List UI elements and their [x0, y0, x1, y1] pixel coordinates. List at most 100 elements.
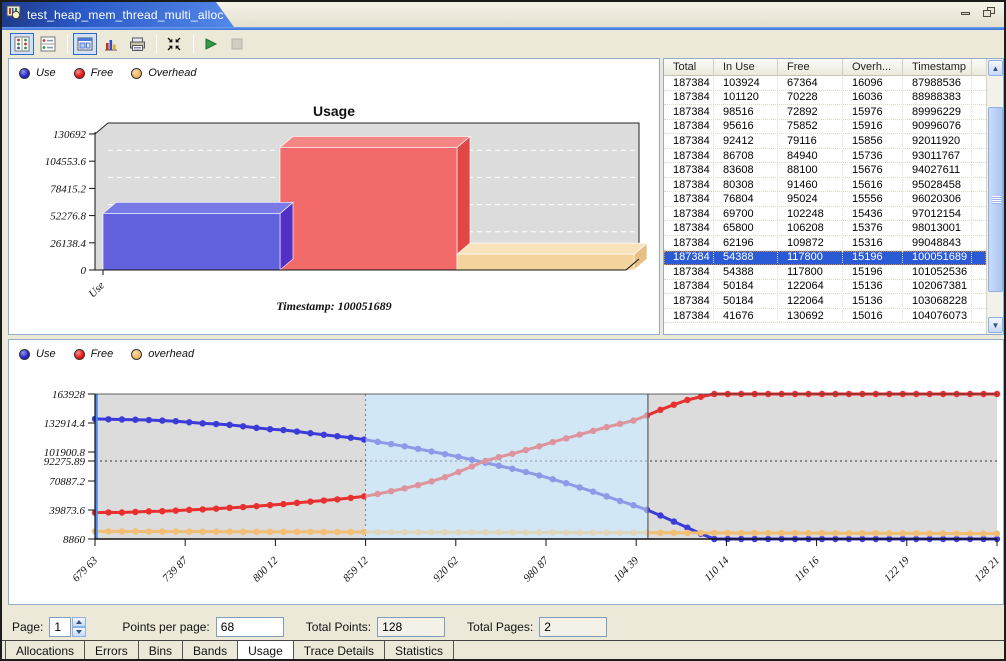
usage-bar-chart[interactable]: 026138.452276.878415.2104553.6130692Use: [9, 117, 659, 327]
tab-allocations[interactable]: Allocations: [5, 641, 85, 659]
page-spinner: [49, 617, 86, 637]
table-row[interactable]: 1873845438811780015196100051689: [664, 251, 986, 266]
toolbar-separator: [156, 35, 157, 53]
table-cell: 86708: [714, 150, 778, 162]
table-cell: 94027611: [903, 164, 972, 176]
spin-up-icon[interactable]: [72, 617, 86, 627]
usage-line-chart[interactable]: 163928132914.4101900.892275.8970887.2398…: [9, 362, 1003, 604]
view-tab[interactable]: test_heap_mem_thread_multi_alloc: [2, 2, 234, 27]
table-cell: 15376: [843, 222, 903, 234]
table-row[interactable]: 1873845018412206415136103068228: [664, 294, 986, 309]
points-per-page-input[interactable]: [216, 617, 284, 637]
table-cell: 122064: [778, 295, 843, 307]
table-cell: 15556: [843, 193, 903, 205]
table-cell: 100051689: [903, 251, 972, 263]
svg-text:679 63: 679 63: [70, 554, 100, 584]
table-cell: 95024: [778, 193, 843, 205]
table-row[interactable]: 18738480308914601561695028458: [664, 178, 986, 193]
legend-label: overhead: [148, 348, 194, 360]
svg-text:92275.89: 92275.89: [44, 456, 86, 468]
svg-text:859 12: 859 12: [341, 554, 371, 584]
table-cell: 187384: [664, 222, 714, 234]
table-cell: 88100: [778, 164, 843, 176]
column-header-total[interactable]: Total: [664, 59, 714, 75]
column-header-inuse[interactable]: In Use: [714, 59, 778, 75]
svg-text:78415.2: 78415.2: [50, 183, 86, 195]
minimize-icon[interactable]: [960, 7, 973, 18]
table-row[interactable]: 18738498516728921597689996229: [664, 105, 986, 120]
table-cell: 109872: [778, 237, 843, 249]
column-header-overh[interactable]: Overh...: [843, 59, 903, 75]
table-cell: 92412: [714, 135, 778, 147]
close-icon[interactable]: [232, 8, 241, 22]
table-cell: 103068228: [903, 295, 972, 307]
table-body: 1873841039246736416096879885361873841011…: [664, 76, 986, 323]
table-cell: 122064: [778, 280, 843, 292]
split-vertical-icon[interactable]: [10, 33, 34, 55]
table-row[interactable]: 18738486708849401573693011767: [664, 149, 986, 164]
table-row[interactable]: 1873844167613069215016104076073: [664, 309, 986, 324]
table-header[interactable]: TotalIn UseFreeOverh...Timestamp: [664, 59, 986, 76]
scrollbar-thumb[interactable]: [988, 107, 1003, 292]
table-cell: 15676: [843, 164, 903, 176]
table-row[interactable]: 187384103924673641609687988536: [664, 76, 986, 91]
table-cell: 83608: [714, 164, 778, 176]
table-row[interactable]: 18738492412791161585692011920: [664, 134, 986, 149]
table-cell: 15436: [843, 208, 903, 220]
table-row[interactable]: 187384101120702281603688988383: [664, 91, 986, 106]
tab-bands[interactable]: Bands: [183, 641, 238, 659]
table-row[interactable]: 1873845018412206415136102067381: [664, 280, 986, 295]
table-scrollbar[interactable]: ▲ ▼: [986, 59, 1003, 334]
page-input[interactable]: [49, 617, 71, 637]
tab-usage[interactable]: Usage: [238, 641, 294, 659]
table-cell: 95028458: [903, 179, 972, 191]
table-cell: 65800: [714, 222, 778, 234]
scroll-down-icon[interactable]: ▼: [988, 317, 1003, 333]
column-header-free[interactable]: Free: [778, 59, 843, 75]
scroll-up-icon[interactable]: ▲: [988, 60, 1003, 76]
tab-bins[interactable]: Bins: [139, 641, 183, 659]
table-cell: 92011920: [903, 135, 972, 147]
column-header-timestamp[interactable]: Timestamp: [903, 59, 972, 75]
table-cell: 98516: [714, 106, 778, 118]
table-row[interactable]: 18738495616758521591690996076: [664, 120, 986, 135]
table-cell: 187384: [664, 266, 714, 278]
table-row[interactable]: 1873845438811780015196101052536: [664, 265, 986, 280]
overview-layout-icon[interactable]: [73, 33, 97, 55]
table-row[interactable]: 187384658001062081537698013001: [664, 221, 986, 236]
legend-label: Free: [91, 348, 114, 360]
table-row[interactable]: 18738483608881001567694027611: [664, 163, 986, 178]
overhead-legend-dot-icon: [131, 68, 142, 79]
table-cell: 50184: [714, 295, 778, 307]
tab-trace-details[interactable]: Trace Details: [294, 641, 385, 659]
spin-down-icon[interactable]: [72, 627, 86, 637]
restore-icon[interactable]: [983, 7, 996, 18]
table-row[interactable]: 18738476804950241555696020306: [664, 192, 986, 207]
svg-text:122 19: 122 19: [882, 554, 912, 584]
table-cell: 54388: [714, 251, 778, 263]
table-cell: 187384: [664, 208, 714, 220]
svg-text:800 12: 800 12: [251, 554, 281, 584]
table-cell: 117800: [778, 266, 843, 278]
play-icon[interactable]: [199, 33, 223, 55]
svg-text:39873.6: 39873.6: [48, 505, 85, 517]
split-horizontal-icon[interactable]: [36, 33, 60, 55]
table-cell: 69700: [714, 208, 778, 220]
collapse-icon[interactable]: [162, 33, 186, 55]
table-row[interactable]: 187384621961098721531699048843: [664, 236, 986, 251]
table-cell: 15856: [843, 135, 903, 147]
svg-text:104553.6: 104553.6: [45, 156, 87, 168]
tab-statistics[interactable]: Statistics: [385, 641, 454, 659]
table-row[interactable]: 187384697001022481543697012154: [664, 207, 986, 222]
legend-label: Free: [91, 67, 114, 79]
print-icon[interactable]: [125, 33, 149, 55]
table-cell: 15136: [843, 280, 903, 292]
table-cell: 98013001: [903, 222, 972, 234]
stop-icon[interactable]: [225, 33, 249, 55]
tab-errors[interactable]: Errors: [85, 641, 139, 659]
legend-item: Free: [74, 67, 114, 79]
svg-text:980 87: 980 87: [521, 554, 551, 584]
points-per-page-label: Points per page:: [122, 620, 209, 634]
bar-chart-icon[interactable]: [99, 33, 123, 55]
svg-text:132914.4: 132914.4: [44, 418, 86, 430]
